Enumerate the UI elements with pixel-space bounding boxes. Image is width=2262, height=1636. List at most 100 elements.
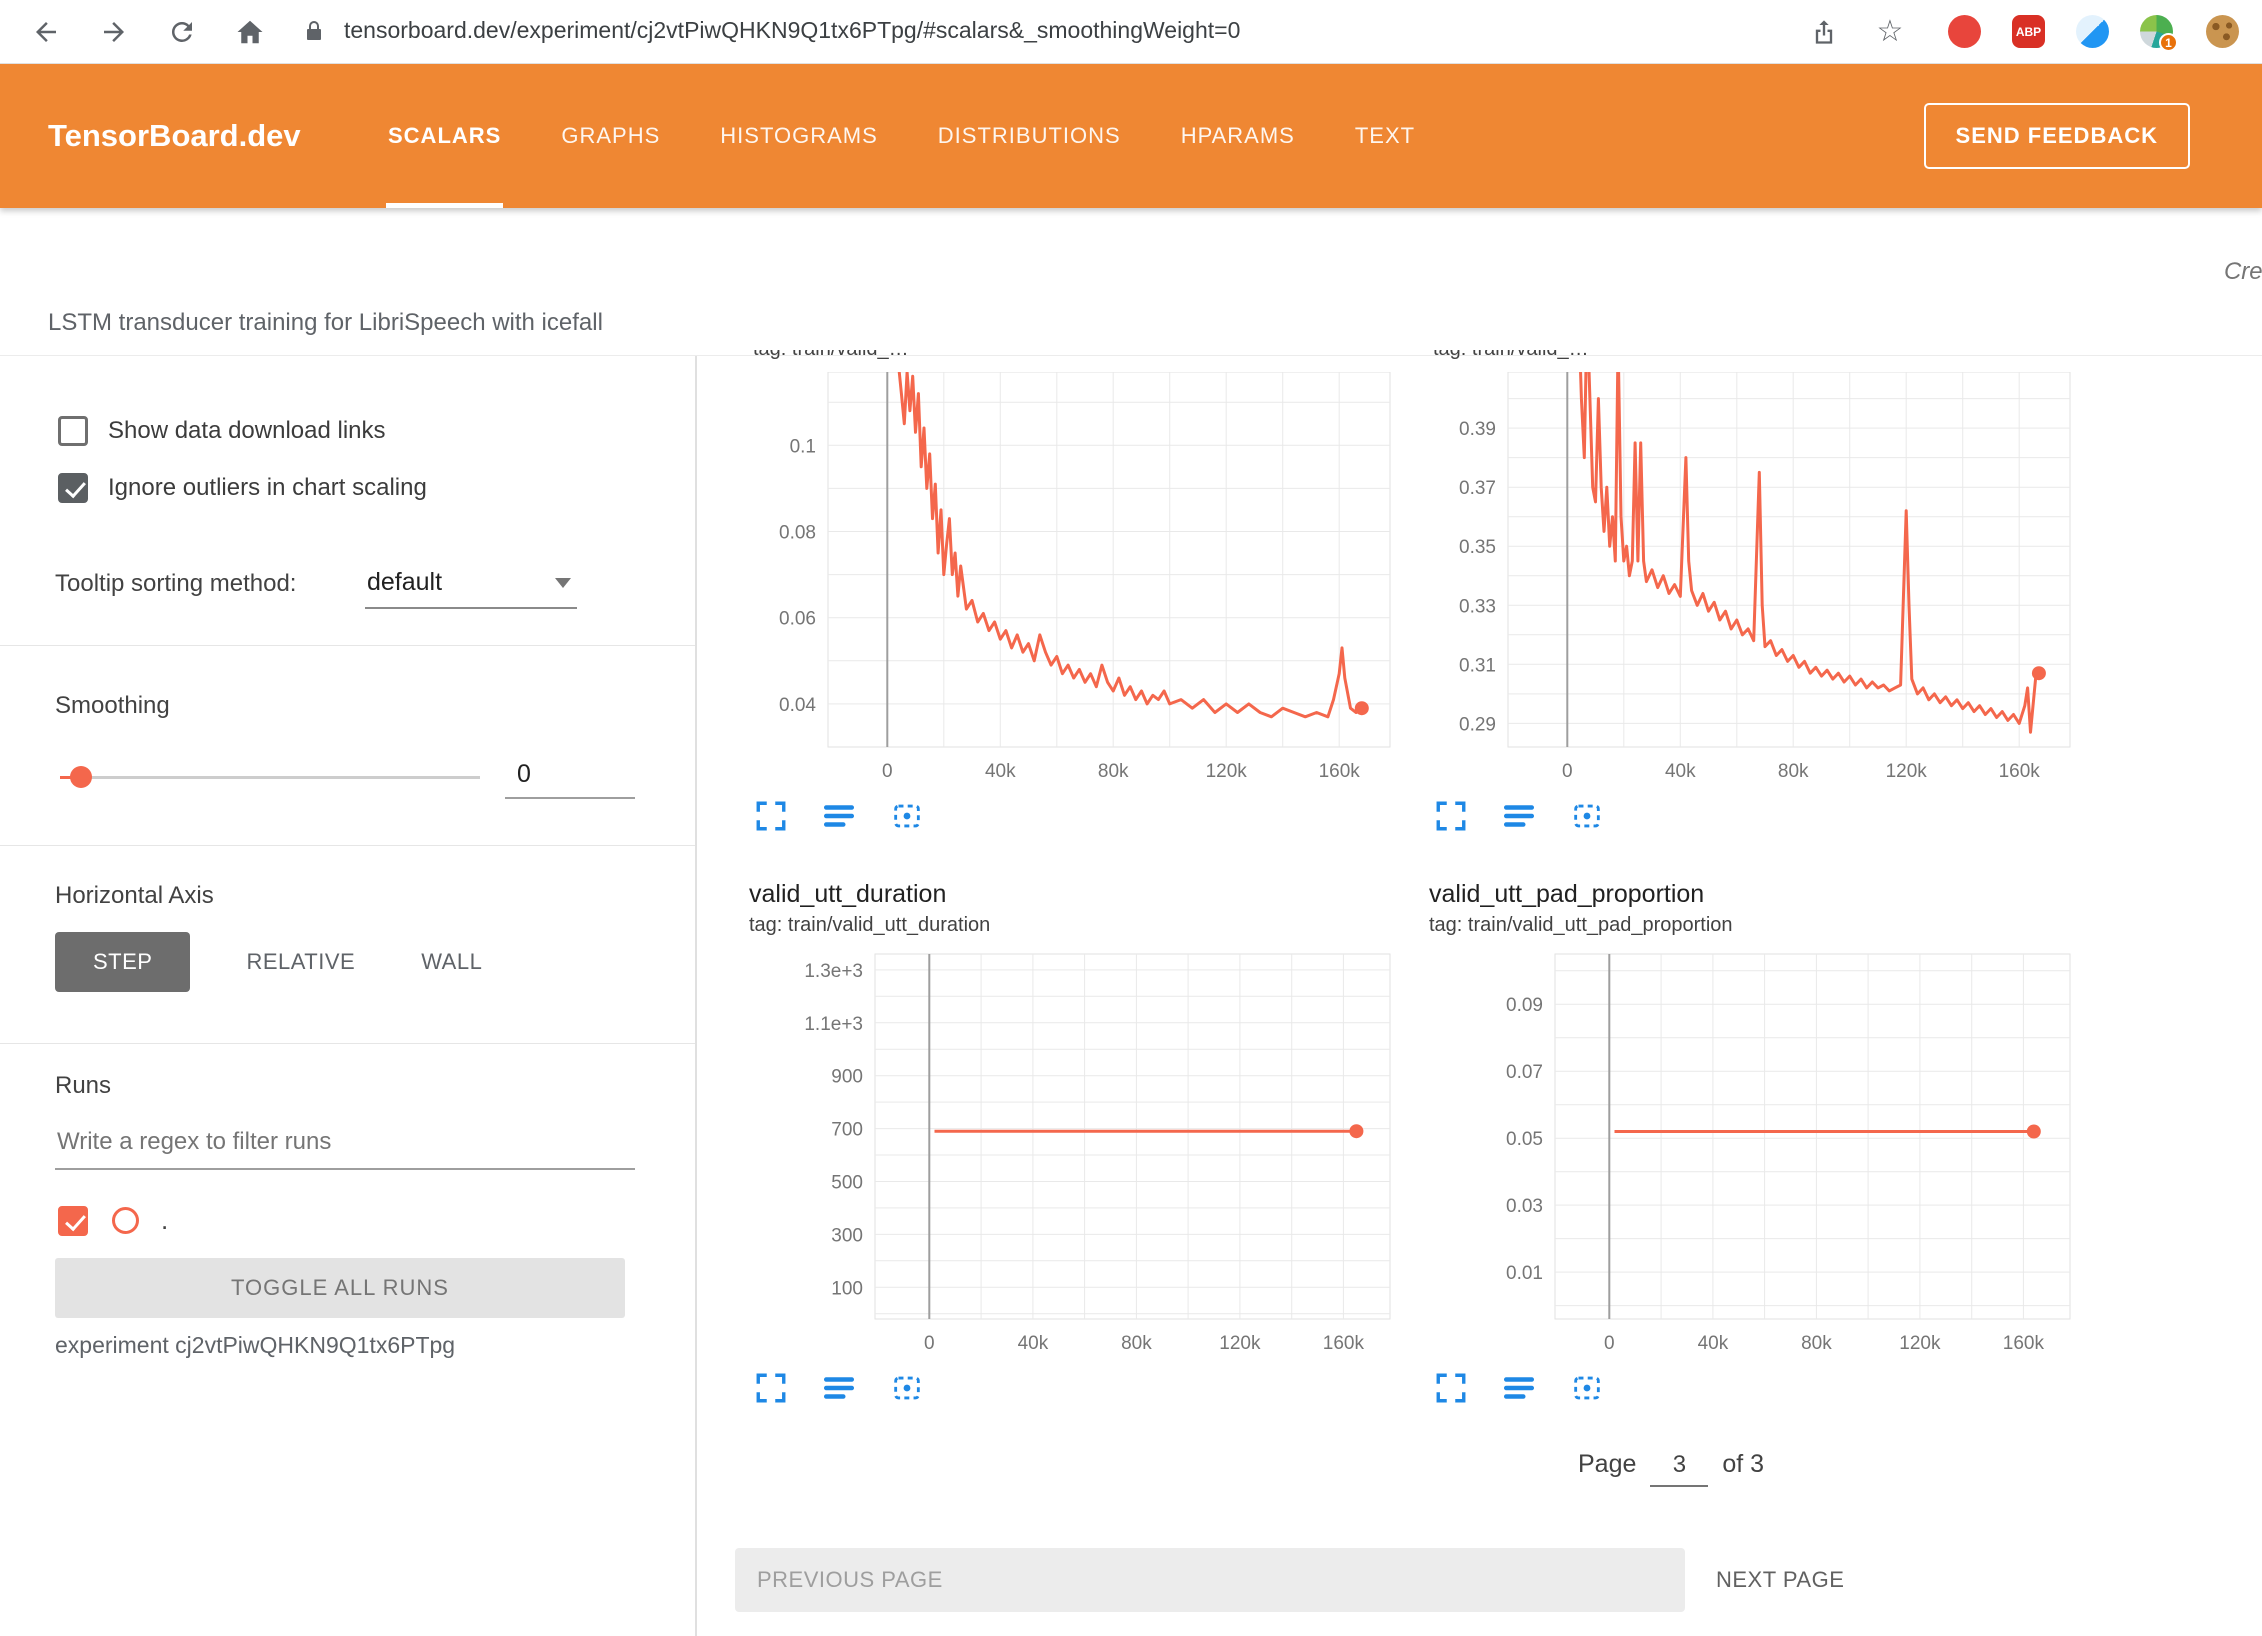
fit-domain-icon[interactable] (1569, 1371, 1605, 1407)
axis-relative-button[interactable]: RELATIVE (236, 932, 365, 992)
next-page-button[interactable]: NEXT PAGE (1700, 1548, 1860, 1612)
chart-card-valid-utt-duration: valid_utt_duration tag: train/valid_utt_… (735, 880, 1395, 1407)
svg-text:0.35: 0.35 (1459, 537, 1496, 558)
svg-text:0: 0 (1604, 1333, 1615, 1354)
checkbox-icon[interactable] (58, 473, 88, 503)
clipped-chart-tag: tag: train/valid_… (1415, 350, 2075, 370)
profile-avatar[interactable]: 1 (2140, 15, 2173, 48)
tab-scalars[interactable]: SCALARS (358, 64, 531, 208)
svg-text:0: 0 (924, 1333, 935, 1354)
screen: tensorboard.dev/experiment/cj2vtPiwQHKN9… (0, 0, 2262, 1636)
svg-text:80k: 80k (1098, 761, 1129, 782)
expand-chart-icon[interactable] (753, 1371, 789, 1407)
runs-label: Runs (55, 1072, 111, 1100)
svg-text:0.29: 0.29 (1459, 714, 1496, 735)
tab-text[interactable]: TEXT (1325, 64, 1445, 208)
share-icon[interactable] (1806, 14, 1842, 50)
tab-distributions[interactable]: DISTRIBUTIONS (908, 64, 1151, 208)
show-download-links-checkbox[interactable]: Show data download links (58, 416, 386, 446)
clipped-right-text: Crea (2224, 258, 2262, 286)
runs-list-icon[interactable] (821, 799, 857, 835)
address-bar[interactable]: tensorboard.dev/experiment/cj2vtPiwQHKN9… (344, 17, 1240, 44)
fit-domain-icon[interactable] (889, 799, 925, 835)
run-color-swatch[interactable] (112, 1207, 139, 1234)
ignore-outliers-checkbox[interactable]: Ignore outliers in chart scaling (58, 473, 427, 503)
svg-text:80k: 80k (1778, 761, 1809, 782)
tensorboard-logo[interactable]: TensorBoard.dev (48, 118, 358, 154)
tooltip-sorting-dropdown[interactable]: default (365, 568, 577, 609)
chart-tag: tag: train/valid_utt_duration (735, 914, 1395, 942)
axis-step-button[interactable]: STEP (55, 932, 190, 992)
svg-text:900: 900 (831, 1067, 863, 1088)
svg-text:700: 700 (831, 1120, 863, 1141)
expand-chart-icon[interactable] (753, 799, 789, 835)
extension-abp-icon[interactable]: ABP (2012, 15, 2045, 48)
svg-text:40k: 40k (985, 761, 1016, 782)
svg-text:40k: 40k (1665, 761, 1696, 782)
chart-plot-4[interactable]: 0.010.030.050.070.09040k80k120k160k (1415, 944, 2075, 1359)
fit-domain-icon[interactable] (889, 1371, 925, 1407)
chart-plot-2[interactable]: 0.290.310.330.350.370.39040k80k120k160k (1415, 372, 2075, 787)
forward-icon[interactable] (96, 14, 132, 50)
runs-filter-input[interactable] (55, 1128, 635, 1170)
svg-text:0.01: 0.01 (1506, 1263, 1543, 1284)
tooltip-sorting-label: Tooltip sorting method: (55, 570, 296, 598)
smoothing-slider-thumb[interactable] (70, 766, 92, 788)
smoothing-slider-track[interactable] (60, 776, 480, 779)
smoothing-value-input[interactable] (505, 760, 635, 799)
horizontal-axis-label: Horizontal Axis (55, 882, 214, 910)
subheader: Crea LSTM transducer training for LibriS… (0, 208, 2262, 355)
svg-text:40k: 40k (1018, 1333, 1049, 1354)
page-number-input[interactable] (1650, 1451, 1708, 1487)
tab-histograms[interactable]: HISTOGRAMS (690, 64, 908, 208)
reload-icon[interactable] (164, 14, 200, 50)
back-icon[interactable] (28, 14, 64, 50)
avatar-badge: 1 (2159, 33, 2178, 52)
chart-plot-1[interactable]: 0.040.060.080.1040k80k120k160k (735, 372, 1395, 787)
nav-tabs: SCALARS GRAPHS HISTOGRAMS DISTRIBUTIONS … (358, 64, 1445, 208)
svg-text:0.08: 0.08 (779, 523, 816, 544)
settings-sidebar: Show data download links Ignore outliers… (0, 356, 695, 1636)
chart-toolbar (735, 799, 1395, 835)
horizontal-axis-toggle: STEP RELATIVE WALL (55, 932, 492, 992)
svg-text:120k: 120k (1886, 761, 1928, 782)
send-feedback-button[interactable]: SEND FEEDBACK (1924, 103, 2190, 169)
extension-blue-icon[interactable] (2076, 15, 2109, 48)
bookmark-star-icon[interactable]: ☆ (1872, 14, 1908, 50)
browser-toolbar: tensorboard.dev/experiment/cj2vtPiwQHKN9… (0, 0, 2262, 64)
svg-text:0.04: 0.04 (779, 695, 816, 716)
chevron-down-icon (555, 578, 571, 588)
checkbox-icon[interactable] (58, 416, 88, 446)
run-name: . (161, 1205, 168, 1236)
svg-text:1.1e+3: 1.1e+3 (804, 1014, 863, 1035)
chart-toolbar (1415, 799, 2075, 835)
run-row: . (58, 1205, 168, 1236)
svg-text:500: 500 (831, 1173, 863, 1194)
svg-text:100: 100 (831, 1278, 863, 1299)
runs-list-icon[interactable] (1501, 1371, 1537, 1407)
extension-blocker-icon[interactable] (1948, 15, 1981, 48)
svg-text:160k: 160k (1319, 761, 1361, 782)
fit-domain-icon[interactable] (1569, 799, 1605, 835)
extension-cookie-icon[interactable] (2206, 15, 2239, 48)
chart-plot-3[interactable]: 1003005007009001.1e+31.3e+3040k80k120k16… (735, 944, 1395, 1359)
toggle-all-runs-button[interactable]: TOGGLE ALL RUNS (55, 1258, 625, 1318)
dropdown-value: default (367, 568, 442, 597)
tab-graphs[interactable]: GRAPHS (531, 64, 690, 208)
page-label: Page (1578, 1450, 1636, 1479)
tab-hparams[interactable]: HPARAMS (1151, 64, 1325, 208)
svg-text:80k: 80k (1801, 1333, 1832, 1354)
axis-wall-button[interactable]: WALL (411, 932, 492, 992)
svg-text:0.09: 0.09 (1506, 995, 1543, 1016)
svg-text:0.39: 0.39 (1459, 419, 1496, 440)
home-icon[interactable] (232, 14, 268, 50)
run-checkbox[interactable] (58, 1206, 88, 1236)
chart-tag: tag: train/valid_utt_pad_proportion (1415, 914, 2075, 942)
svg-text:120k: 120k (1206, 761, 1248, 782)
runs-list-icon[interactable] (1501, 799, 1537, 835)
previous-page-button[interactable]: PREVIOUS PAGE (735, 1548, 1685, 1612)
expand-chart-icon[interactable] (1433, 799, 1469, 835)
chart-title: valid_utt_pad_proportion (1415, 880, 2075, 914)
expand-chart-icon[interactable] (1433, 1371, 1469, 1407)
runs-list-icon[interactable] (821, 1371, 857, 1407)
